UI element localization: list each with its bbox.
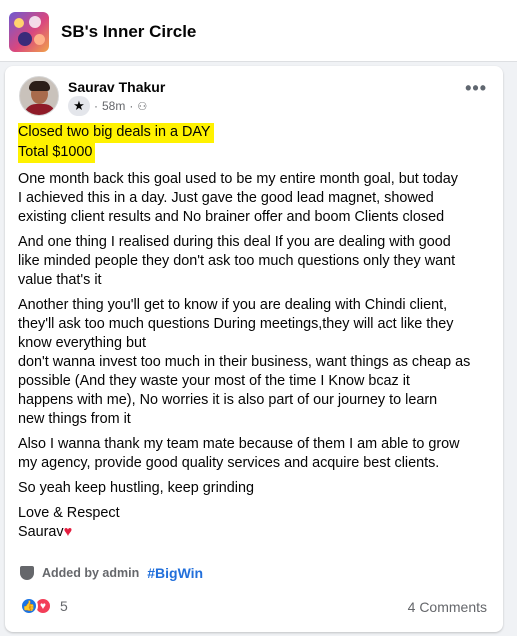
- group-title[interactable]: SB's Inner Circle: [61, 22, 196, 42]
- more-dots-icon[interactable]: •••: [465, 79, 487, 97]
- comments-count-link[interactable]: 4 Comments: [408, 599, 487, 615]
- highlight-line: Closed two big deals in a DAY: [18, 123, 214, 143]
- like-icon: 👍: [20, 597, 38, 615]
- added-by-row: Added by admin #BigWin: [20, 565, 203, 581]
- post-paragraph: One month back this goal used to be my e…: [18, 171, 458, 225]
- author-name[interactable]: Saurav Thakur: [68, 79, 165, 95]
- hashtag-link[interactable]: #BigWin: [147, 565, 203, 581]
- group-thumbnail[interactable]: [9, 12, 49, 52]
- shield-icon: [20, 566, 34, 580]
- signoff: Love & Respect: [18, 505, 120, 521]
- post-body: Closed two big deals in a DAY Total $100…: [18, 123, 488, 542]
- post-paragraph: So yeah keep hustling, keep grinding: [18, 480, 255, 496]
- post-paragraph: Another thing you'll get to know if you …: [18, 297, 471, 427]
- avatar[interactable]: [19, 76, 59, 116]
- post-time[interactable]: 58m: [102, 99, 125, 113]
- reactions-summary[interactable]: 👍 ♥ 5: [20, 597, 68, 615]
- added-by-label: Added by admin: [42, 566, 140, 580]
- signature: Saurav: [18, 524, 64, 540]
- post-card: Saurav Thakur ★ · 58m · ⚇ ••• Closed two…: [5, 66, 503, 632]
- star-icon[interactable]: ★: [68, 96, 90, 116]
- signature-line: Saurav♥: [18, 523, 488, 542]
- heart-icon: ♥: [63, 524, 73, 540]
- highlight-line: Total $1000: [18, 143, 96, 163]
- post-meta: ★ · 58m · ⚇: [68, 96, 147, 116]
- reaction-count: 5: [60, 598, 68, 614]
- post-paragraph: Also I wanna thank my team mate because …: [18, 436, 460, 471]
- globe-icon[interactable]: ⚇: [137, 100, 147, 113]
- post-paragraph: And one thing I realised during this dea…: [18, 234, 456, 288]
- group-header: SB's Inner Circle: [0, 0, 517, 62]
